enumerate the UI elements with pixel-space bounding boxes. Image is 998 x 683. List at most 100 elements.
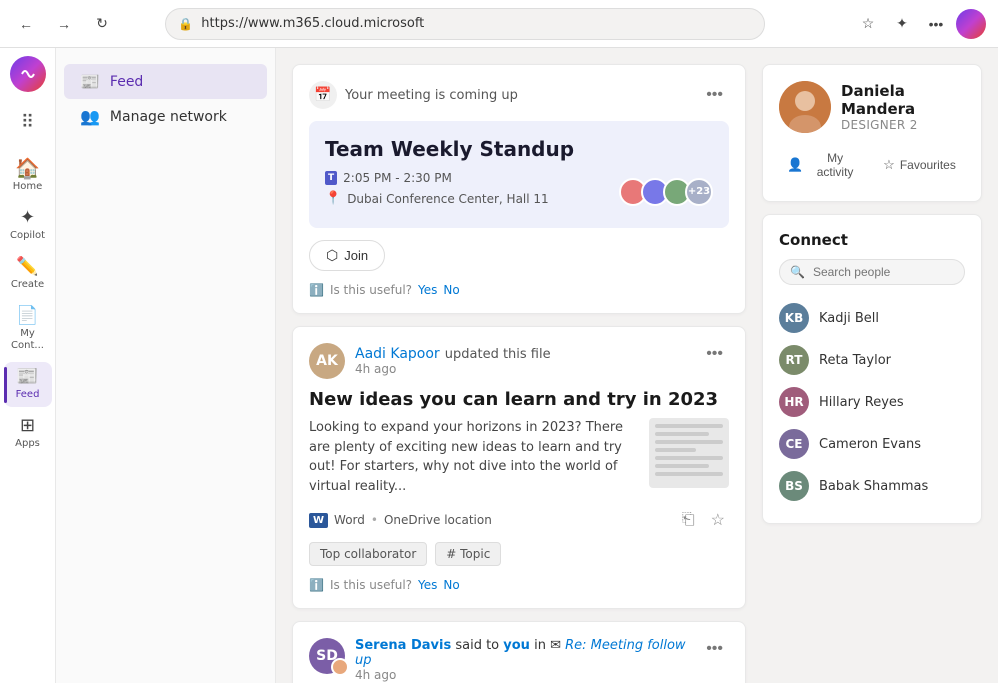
file-location[interactable]: OneDrive location — [384, 513, 492, 527]
apps-grid-button[interactable]: ⠿ — [10, 104, 46, 140]
sidebar-item-copilot[interactable]: ✦ Copilot — [4, 203, 52, 248]
thumb-line-1 — [655, 424, 723, 428]
post-file-row: W Word • OneDrive location ⎗ ☆ — [309, 506, 729, 534]
sidebar-item-create[interactable]: ✏️ Create — [4, 252, 52, 297]
post-action: updated this file — [445, 347, 551, 362]
message-header: SD Serena Davis said to you in ✉ Re: Mee… — [309, 638, 729, 682]
app-layout: ⠿ 🏠 Home ✦ Copilot ✏️ Create 📄 My Cont..… — [0, 48, 998, 683]
meeting-card: 📅 Your meeting is coming up ••• Team Wee… — [292, 64, 746, 314]
home-icon: 🏠 — [15, 158, 40, 178]
connect-card: Connect 🔍 KB Kadji Bell RT Reta Taylor H… — [762, 214, 982, 524]
post-time: 4h ago — [355, 362, 690, 376]
connect-person-2[interactable]: RT Reta Taylor — [779, 339, 965, 381]
post-feedback-icon: ℹ️ — [309, 578, 324, 592]
post-author-name[interactable]: Aadi Kapoor — [355, 346, 440, 362]
person-avatar-2: RT — [779, 345, 809, 375]
message-menu-button[interactable]: ••• — [700, 638, 729, 660]
person-name-4: Cameron Evans — [819, 437, 921, 452]
file-label[interactable]: Word — [334, 513, 365, 527]
connect-search[interactable]: 🔍 — [779, 259, 965, 285]
meeting-avatar-count: +23 — [685, 178, 713, 206]
sidebar-item-home[interactable]: 🏠 Home — [4, 152, 52, 199]
rail-mycontent-wrapper: 📄 My Cont... — [4, 301, 52, 358]
main-content: 📅 Your meeting is coming up ••• Team Wee… — [276, 48, 998, 683]
feedback-text: Is this useful? — [330, 283, 412, 297]
meeting-menu-button[interactable]: ••• — [700, 84, 729, 106]
message-card: SD Serena Davis said to you in ✉ Re: Mee… — [292, 621, 746, 683]
sidebar: 📰 Feed 👥 Manage network — [56, 48, 276, 683]
my-activity-tab[interactable]: 👤 My activity — [779, 145, 870, 185]
message-in: in — [534, 638, 550, 653]
thumb-line-4 — [655, 448, 696, 452]
message-author-name[interactable]: Serena Davis — [355, 638, 451, 653]
refresh-button[interactable]: ↻ — [88, 10, 116, 38]
join-button[interactable]: ⬡ Join — [309, 240, 385, 271]
post-body: Looking to expand your horizons in 2023?… — [309, 418, 729, 496]
forward-button[interactable]: → — [50, 10, 78, 38]
post-thumbnail — [649, 418, 729, 488]
post-card: AK Aadi Kapoor updated this file 4h ago … — [292, 326, 746, 609]
feedback-yes[interactable]: Yes — [418, 283, 437, 297]
message-email-icon: ✉ — [550, 638, 561, 653]
sidebar-item-feed[interactable]: 📰 Feed — [4, 362, 52, 407]
sidebar-item-apps[interactable]: ⊞ Apps — [4, 411, 52, 456]
favourites-icon: ☆ — [883, 157, 895, 173]
tag-topic[interactable]: # Topic — [435, 542, 501, 566]
post-feedback-row: ℹ️ Is this useful? Yes No — [309, 578, 729, 592]
connect-person-4[interactable]: CE Cameron Evans — [779, 423, 965, 465]
feedback-no[interactable]: No — [443, 283, 459, 297]
meeting-time-detail: T 2:05 PM - 2:30 PM — [325, 171, 619, 185]
thumb-line-5 — [655, 456, 723, 460]
profile-role: DESIGNER 2 — [841, 118, 965, 132]
back-button[interactable]: ← — [12, 10, 40, 38]
message-avatar-wrapper: SD — [309, 638, 345, 674]
home-label: Home — [13, 181, 43, 193]
message-time: 4h ago — [355, 668, 690, 682]
rail-home-wrapper: 🏠 Home — [4, 152, 52, 199]
profile-header: Daniela Mandera DESIGNER 2 — [779, 81, 965, 133]
thumbnail-lines — [649, 418, 729, 486]
message-said-to: said to — [455, 638, 503, 653]
person-avatar-3: HR — [779, 387, 809, 417]
connect-title: Connect — [779, 231, 965, 249]
active-indicator — [4, 367, 7, 403]
sidebar-item-mycontent[interactable]: 📄 My Cont... — [4, 301, 52, 358]
create-icon: ✏️ — [16, 258, 38, 276]
star-icon[interactable]: ✦ — [888, 10, 916, 38]
profile-card: Daniela Mandera DESIGNER 2 👤 My activity… — [762, 64, 982, 202]
favourites-label: Favourites — [900, 158, 956, 172]
sidebar-feed-item[interactable]: 📰 Feed — [64, 64, 267, 99]
favorites-icon[interactable]: ☆ — [854, 10, 882, 38]
url-text: https://www.m365.cloud.microsoft — [201, 16, 424, 31]
user-avatar[interactable] — [956, 9, 986, 39]
copilot-label: Copilot — [10, 230, 45, 242]
more-options-button[interactable]: ••• — [922, 10, 950, 38]
thumb-line-2 — [655, 432, 709, 436]
post-tag-row: Top collaborator # Topic — [309, 542, 729, 566]
meeting-details-row: T 2:05 PM - 2:30 PM 📍 Dubai Conference C… — [325, 171, 713, 212]
star-button[interactable]: ☆ — [707, 506, 729, 534]
sidebar-manage-network-icon: 👥 — [80, 107, 100, 126]
meeting-body: Team Weekly Standup T 2:05 PM - 2:30 PM … — [309, 121, 729, 228]
sidebar-manage-network-item[interactable]: 👥 Manage network — [64, 99, 267, 134]
search-people-input[interactable] — [813, 265, 968, 279]
connect-person-1[interactable]: KB Kadji Bell — [779, 297, 965, 339]
connect-person-3[interactable]: HR Hillary Reyes — [779, 381, 965, 423]
profile-avatar[interactable] — [779, 81, 831, 133]
message-author-line: Serena Davis said to you in ✉ Re: Meetin… — [355, 638, 690, 668]
location-icon: 📍 — [325, 191, 341, 206]
share-button[interactable]: ⎗ — [678, 506, 699, 534]
connect-person-5[interactable]: BS Babak Shammas — [779, 465, 965, 507]
person-name-3: Hillary Reyes — [819, 395, 904, 410]
person-avatar-5: BS — [779, 471, 809, 501]
post-feedback-yes[interactable]: Yes — [418, 578, 437, 592]
thumb-line-6 — [655, 464, 709, 468]
right-panel: Daniela Mandera DESIGNER 2 👤 My activity… — [762, 64, 982, 667]
meeting-time: 2:05 PM - 2:30 PM — [343, 171, 452, 185]
post-menu-button[interactable]: ••• — [700, 343, 729, 365]
address-bar[interactable]: 🔒 https://www.m365.cloud.microsoft — [165, 8, 765, 40]
profile-tabs: 👤 My activity ☆ Favourites — [779, 145, 965, 185]
tag-collaborator[interactable]: Top collaborator — [309, 542, 427, 566]
post-feedback-no[interactable]: No — [443, 578, 459, 592]
favourites-tab[interactable]: ☆ Favourites — [874, 145, 965, 185]
